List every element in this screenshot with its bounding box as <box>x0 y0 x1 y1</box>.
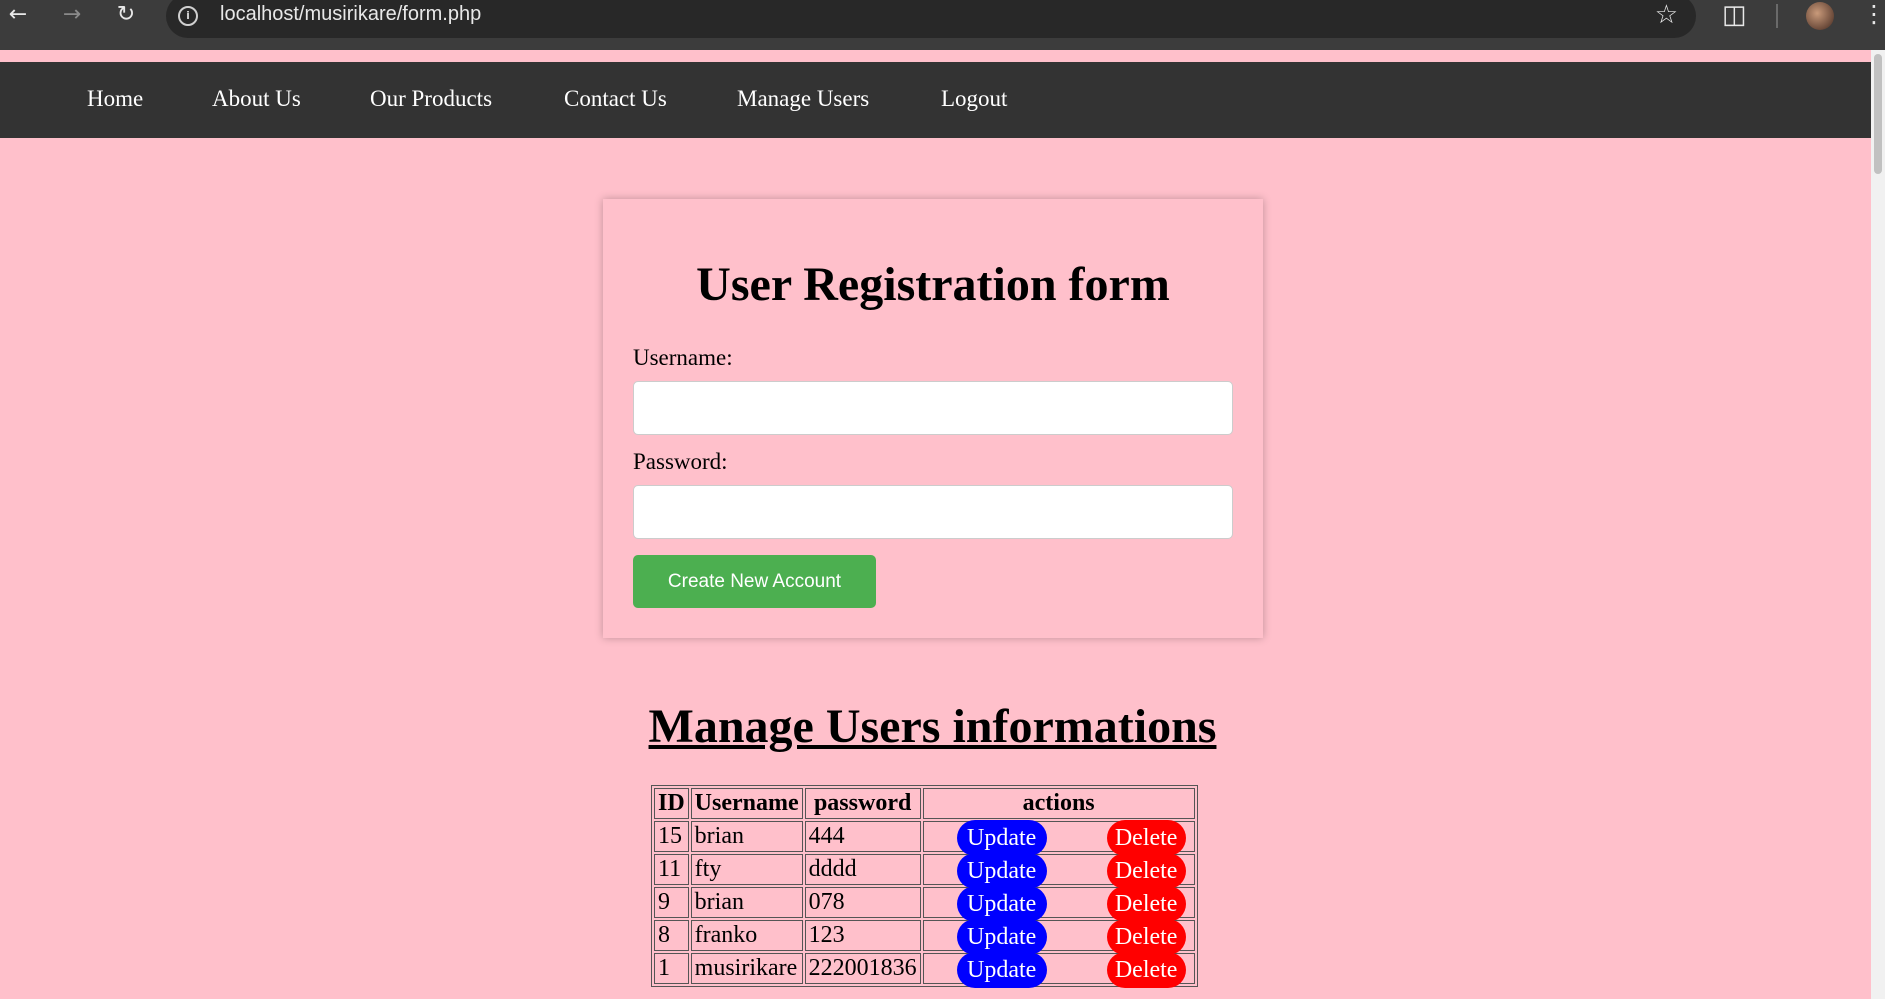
delete-button[interactable]: Delete <box>1106 853 1186 889</box>
cell-id: 15 <box>654 821 689 852</box>
nav-manage-users[interactable]: Manage Users <box>737 86 869 112</box>
registration-form: User Registration form Username: Passwor… <box>603 199 1263 638</box>
username-input[interactable] <box>633 381 1233 435</box>
address-bar[interactable]: i localhost/musirikare/form.php ☆ <box>166 0 1696 38</box>
table-row: 8 franko 123 Update Delete <box>654 919 1195 955</box>
cell-password: 444 <box>804 821 921 852</box>
page-scrollbar[interactable] <box>1871 50 1885 999</box>
cell-username: fty <box>690 854 803 885</box>
toolbar-divider <box>1776 4 1778 28</box>
nav-home[interactable]: Home <box>87 86 143 112</box>
form-title: User Registration form <box>696 258 1170 311</box>
table-row: 1 musirikare 222001836 Update Delete <box>654 952 1195 988</box>
nav-contact-us[interactable]: Contact Us <box>564 86 667 112</box>
header-id: ID <box>654 788 689 819</box>
update-button[interactable]: Update <box>956 853 1047 889</box>
table-row: 11 fty dddd Update Delete <box>654 853 1195 889</box>
header-username: Username <box>690 788 803 819</box>
scrollbar-thumb[interactable] <box>1874 54 1882 174</box>
nav-logout[interactable]: Logout <box>941 86 1007 112</box>
cell-id: 9 <box>654 887 689 918</box>
cell-id: 8 <box>654 920 689 951</box>
kebab-menu-icon[interactable]: ⋮ <box>1862 0 1885 28</box>
reload-icon[interactable]: ↻ <box>112 2 140 30</box>
delete-button[interactable]: Delete <box>1106 886 1186 922</box>
cell-id: 1 <box>654 953 689 984</box>
manage-users-title: Manage Users informations <box>648 700 1217 753</box>
delete-button[interactable]: Delete <box>1106 919 1186 955</box>
cell-actions: Update Delete <box>922 886 1195 922</box>
cell-username: musirikare <box>690 953 803 984</box>
update-button[interactable]: Update <box>956 952 1047 988</box>
cell-username: brian <box>690 887 803 918</box>
bookmark-star-icon[interactable]: ☆ <box>1655 0 1678 30</box>
site-info-icon[interactable]: i <box>178 6 198 26</box>
browser-toolbar: ← → ↻ i localhost/musirikare/form.php ☆ … <box>0 0 1885 50</box>
cell-actions: Update Delete <box>922 952 1195 988</box>
nav-our-products[interactable]: Our Products <box>370 86 492 112</box>
cell-actions: Update Delete <box>922 853 1195 889</box>
password-label: Password: <box>633 449 728 474</box>
cell-id: 11 <box>654 854 689 885</box>
cell-password: dddd <box>804 854 921 885</box>
users-table: ID Username password actions 15 brian 44… <box>651 785 1198 988</box>
cell-username: brian <box>690 821 803 852</box>
cell-password: 222001836 <box>804 953 921 984</box>
nav-about-us[interactable]: About Us <box>212 86 301 112</box>
update-button[interactable]: Update <box>956 919 1047 955</box>
update-button[interactable]: Update <box>956 820 1047 856</box>
back-arrow-icon[interactable]: ← <box>4 2 32 30</box>
table-row: 9 brian 078 Update Delete <box>654 886 1195 922</box>
cell-username: franko <box>690 920 803 951</box>
header-actions: actions <box>922 788 1195 819</box>
cell-password: 123 <box>804 920 921 951</box>
extensions-icon[interactable]: ◫ <box>1722 0 1747 30</box>
password-input[interactable] <box>633 485 1233 539</box>
cell-password: 078 <box>804 887 921 918</box>
username-label: Username: <box>633 345 733 370</box>
cell-actions: Update Delete <box>922 820 1195 856</box>
delete-button[interactable]: Delete <box>1106 952 1186 988</box>
delete-button[interactable]: Delete <box>1106 820 1186 856</box>
site-navbar: Home About Us Our Products Contact Us Ma… <box>0 62 1871 138</box>
profile-avatar[interactable] <box>1806 2 1834 30</box>
cell-actions: Update Delete <box>922 919 1195 955</box>
update-button[interactable]: Update <box>956 886 1047 922</box>
table-header-row: ID Username password actions <box>654 788 1195 819</box>
create-account-button[interactable]: Create New Account <box>633 555 876 608</box>
forward-arrow-icon[interactable]: → <box>58 2 86 30</box>
table-row: 15 brian 444 Update Delete <box>654 820 1195 856</box>
url-text[interactable]: localhost/musirikare/form.php <box>220 3 481 26</box>
header-password: password <box>804 788 921 819</box>
